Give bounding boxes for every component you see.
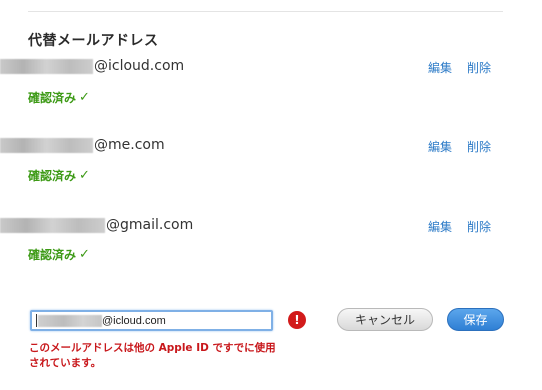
check-icon: ✓ bbox=[79, 247, 90, 262]
email-row: @gmail.com 編集 削除 bbox=[0, 217, 542, 237]
delete-link[interactable]: 削除 bbox=[467, 59, 491, 76]
delete-link[interactable]: 削除 bbox=[467, 138, 491, 155]
verified-status: 確認済み ✓ bbox=[28, 246, 90, 263]
edit-link[interactable]: 編集 bbox=[428, 138, 452, 155]
redacted-username bbox=[38, 314, 102, 327]
edit-link[interactable]: 編集 bbox=[428, 59, 452, 76]
new-email-input[interactable]: @icloud.com bbox=[30, 310, 273, 331]
delete-link[interactable]: 削除 bbox=[467, 218, 491, 235]
redacted-username bbox=[0, 58, 93, 74]
text-caret bbox=[36, 314, 37, 327]
error-message: このメールアドレスは他の Apple ID ですでに使用 されています。 bbox=[29, 341, 319, 371]
check-icon: ✓ bbox=[79, 90, 90, 105]
verified-label: 確認済み bbox=[28, 169, 77, 183]
error-icon: ! bbox=[288, 311, 306, 329]
email-row: @icloud.com 編集 削除 bbox=[0, 58, 542, 78]
email-address: @gmail.com bbox=[0, 217, 193, 233]
redacted-username bbox=[0, 137, 93, 153]
verified-status: 確認済み ✓ bbox=[28, 167, 90, 184]
error-message-line: このメールアドレスは他の Apple ID ですでに使用 bbox=[29, 342, 276, 354]
verified-label: 確認済み bbox=[28, 248, 77, 262]
redacted-username bbox=[0, 217, 105, 233]
cancel-button[interactable]: キャンセル bbox=[337, 308, 433, 331]
error-message-line: されています。 bbox=[29, 357, 102, 369]
new-email-value: @icloud.com bbox=[102, 314, 166, 327]
verified-label: 確認済み bbox=[28, 91, 77, 105]
save-button[interactable]: 保存 bbox=[447, 308, 504, 331]
section-title: 代替メールアドレス bbox=[28, 33, 159, 49]
email-domain: @me.com bbox=[94, 137, 165, 153]
email-domain: @icloud.com bbox=[94, 58, 185, 74]
top-divider bbox=[28, 11, 503, 12]
email-address: @icloud.com bbox=[0, 58, 184, 74]
email-domain: @gmail.com bbox=[106, 217, 194, 233]
verified-status: 確認済み ✓ bbox=[28, 89, 90, 106]
email-row: @me.com 編集 削除 bbox=[0, 137, 542, 157]
edit-link[interactable]: 編集 bbox=[428, 218, 452, 235]
check-icon: ✓ bbox=[79, 168, 90, 183]
email-address: @me.com bbox=[0, 137, 165, 153]
